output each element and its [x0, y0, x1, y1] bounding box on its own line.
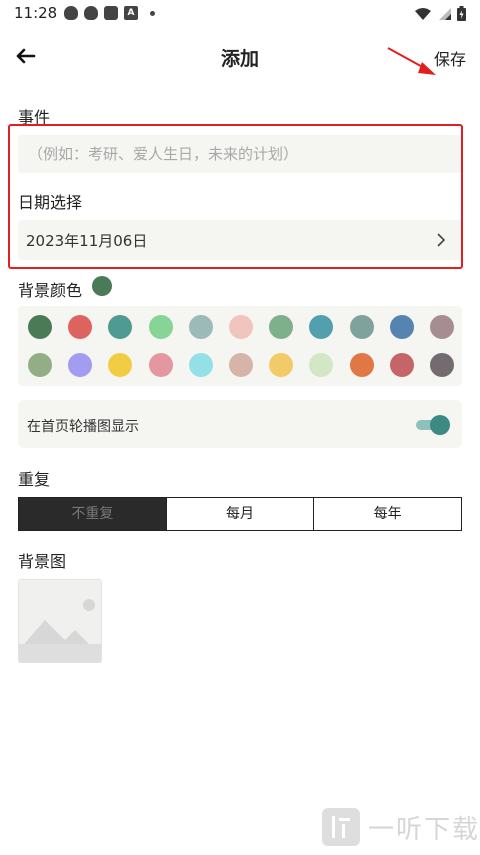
color-swatch[interactable] — [148, 353, 173, 377]
color-swatch[interactable] — [68, 315, 93, 339]
more-notifications-dot-icon — [150, 10, 155, 16]
qq-icon — [64, 6, 78, 20]
color-swatch[interactable] — [229, 353, 253, 377]
repeat-option-yearly[interactable]: 每年 — [314, 498, 461, 530]
battery-icon — [457, 6, 466, 21]
repeat-label: 重复 — [18, 470, 51, 489]
carousel-toggle-label: 在首页轮播图显示 — [27, 419, 139, 435]
carousel-toggle[interactable] — [416, 413, 450, 435]
watermark-logo-icon — [322, 808, 360, 846]
color-swatch[interactable] — [349, 315, 374, 339]
toggle-knob — [430, 415, 450, 435]
color-swatch[interactable] — [108, 315, 133, 339]
color-swatch[interactable] — [28, 353, 52, 377]
color-swatch[interactable] — [148, 315, 173, 339]
color-swatch[interactable] — [68, 353, 93, 377]
background-image-label: 背景图 — [18, 552, 67, 571]
text-notification-icon: A — [124, 6, 138, 20]
color-swatch[interactable] — [269, 315, 294, 339]
color-swatch[interactable] — [309, 315, 334, 339]
app-notification-icon — [104, 6, 118, 20]
watermark-text: 一听下载 — [368, 814, 480, 845]
system-status-icons — [415, 6, 466, 21]
color-swatch[interactable] — [389, 353, 414, 377]
color-swatch[interactable] — [269, 353, 294, 377]
watermark: 一听下载 — [322, 808, 480, 846]
color-swatch[interactable] — [108, 353, 133, 377]
repeat-segmented-control: 不重复 每月 每年 — [18, 497, 462, 531]
date-picker[interactable]: 2023年11月06日 — [18, 220, 462, 260]
color-swatch[interactable] — [188, 315, 213, 339]
color-swatch[interactable] — [430, 353, 454, 377]
wifi-icon — [415, 7, 431, 20]
event-input[interactable] — [18, 135, 462, 173]
date-value: 2023年11月06日 — [26, 232, 148, 250]
image-placeholder-icon — [19, 599, 101, 662]
qq-icon — [84, 6, 98, 20]
color-swatch[interactable] — [389, 315, 414, 339]
color-swatch[interactable] — [229, 315, 253, 339]
repeat-option-monthly[interactable]: 每月 — [167, 498, 315, 530]
background-color-label: 背景颜色 — [18, 281, 83, 300]
color-swatch[interactable] — [28, 315, 52, 339]
notification-icons: A — [64, 6, 155, 20]
color-swatch[interactable] — [309, 353, 334, 377]
status-time: 11:28 — [14, 4, 58, 22]
repeat-option-none[interactable]: 不重复 — [19, 498, 167, 530]
save-button[interactable]: 保存 — [434, 46, 466, 70]
signal-icon — [439, 7, 451, 20]
date-label: 日期选择 — [18, 193, 83, 212]
event-field — [18, 135, 462, 173]
color-palette — [18, 306, 462, 386]
event-label: 事件 — [18, 108, 51, 127]
background-image-picker[interactable] — [18, 579, 102, 663]
chevron-right-icon — [437, 233, 446, 247]
carousel-toggle-row: 在首页轮播图显示 — [18, 400, 462, 448]
status-bar: 11:28 A — [0, 0, 480, 28]
selected-color-swatch — [92, 276, 112, 296]
color-swatch[interactable] — [349, 353, 374, 377]
header: 添加 保存 — [0, 30, 480, 86]
color-swatch[interactable] — [188, 353, 213, 377]
color-swatch[interactable] — [430, 315, 454, 339]
